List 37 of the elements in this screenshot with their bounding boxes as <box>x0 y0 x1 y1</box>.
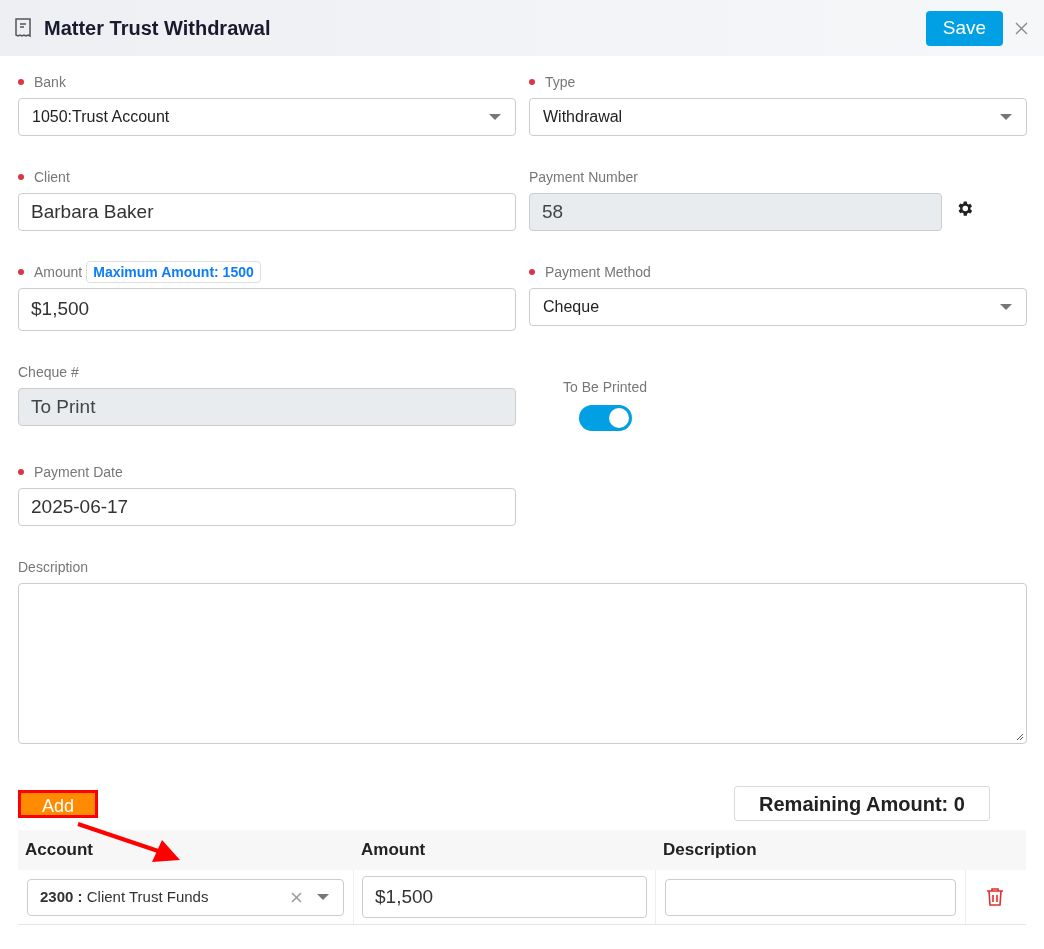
column-header: Description <box>663 839 757 862</box>
receipt-icon <box>14 18 32 38</box>
select-field[interactable]: Cheque <box>529 288 1027 326</box>
remaining-amount: Remaining Amount: 0 <box>734 786 990 821</box>
amount-input[interactable]: $1,500 <box>362 876 647 918</box>
column-header: Account <box>25 839 93 862</box>
description-input[interactable] <box>665 878 956 916</box>
field-label: Cheque # <box>18 362 79 382</box>
field-label: Amount <box>34 262 83 282</box>
field-label: Bank <box>34 72 66 92</box>
field-label: Payment Number <box>529 167 638 187</box>
account-select[interactable]: 2300 : Client Trust Funds <box>27 878 344 916</box>
field-label: Payment Method <box>545 262 651 282</box>
select-field[interactable]: Withdrawal <box>529 98 1027 136</box>
column-header: Amount <box>361 839 426 862</box>
dropdown-caret-icon[interactable] <box>489 114 501 120</box>
input-field[interactable]: 2025-06-17 <box>18 488 516 526</box>
readonly-field: 58 <box>529 193 942 231</box>
readonly-field: To Print <box>18 388 516 426</box>
resize-grip-icon[interactable] <box>1016 733 1024 741</box>
field-label: Type <box>545 72 576 92</box>
dialog-title: Matter Trust Withdrawal <box>44 16 272 41</box>
close-icon[interactable] <box>1015 21 1028 35</box>
field-label: Description <box>18 557 89 577</box>
dropdown-caret-icon[interactable] <box>1000 304 1012 310</box>
field-label: To Be Printed <box>563 378 648 397</box>
select-field[interactable]: 1050:Trust Account <box>18 98 516 136</box>
dropdown-caret-icon[interactable] <box>1000 114 1012 120</box>
dropdown-caret-icon[interactable] <box>317 894 329 900</box>
toggle-switch[interactable] <box>578 405 632 431</box>
input-field[interactable]: Barbara Baker <box>18 193 516 231</box>
field-label: Client <box>34 167 70 187</box>
trash-icon[interactable] <box>986 887 1004 907</box>
maximum-amount-badge: Maximum Amount: 1500 <box>86 261 261 283</box>
field-label: Payment Date <box>34 462 123 482</box>
input-field[interactable]: $1,500 <box>18 288 516 331</box>
clear-icon[interactable] <box>291 891 302 903</box>
